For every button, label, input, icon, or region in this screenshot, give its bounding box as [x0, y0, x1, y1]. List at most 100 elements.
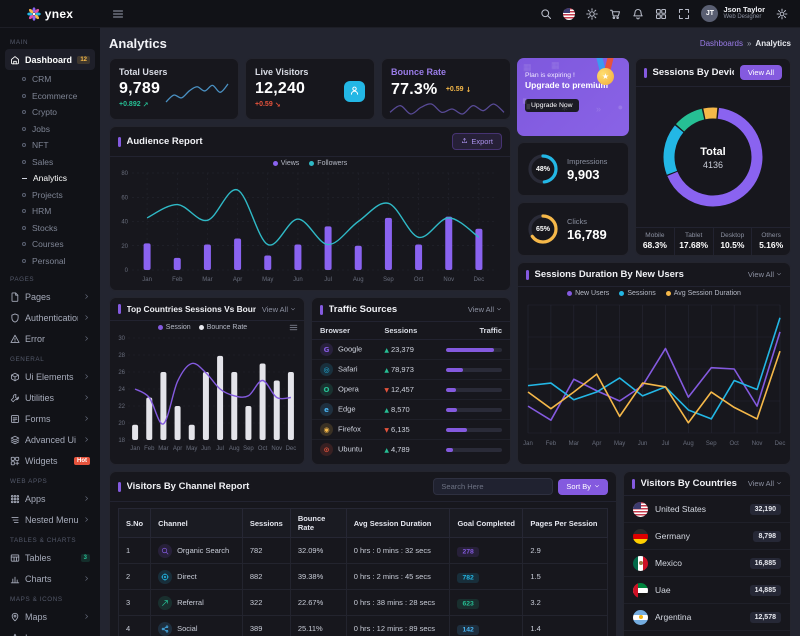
- widgets-icon: [10, 456, 20, 466]
- svg-text:Mar: Mar: [202, 277, 212, 283]
- breadcrumb-parent[interactable]: Dashboards: [700, 39, 743, 48]
- sidebar-item-crypto[interactable]: Crypto: [0, 104, 100, 121]
- sidebar-item-crm[interactable]: CRM: [0, 71, 100, 88]
- legend-item-session[interactable]: Session: [158, 324, 191, 331]
- goal-badge: 278: [457, 547, 478, 557]
- sidebar-item-projects[interactable]: Projects: [0, 187, 100, 204]
- legend-item-followers[interactable]: Followers: [309, 160, 347, 167]
- visitors-by-channel-panel: Visitors By Channel Report Sort By S.NoC…: [109, 471, 617, 636]
- sidebar-item-advanced-ui[interactable]: Advanced Ui: [5, 429, 95, 450]
- channel-header: Bounce Rate: [290, 509, 346, 538]
- chevron-right-icon: [83, 436, 90, 443]
- svg-text:Aug: Aug: [353, 277, 364, 283]
- svg-text:Oct: Oct: [730, 441, 740, 447]
- svg-text:Nov: Nov: [752, 441, 763, 447]
- svg-text:Jul: Jul: [324, 277, 332, 283]
- sidebar-item-stocks[interactable]: Stocks: [0, 220, 100, 237]
- top-countries-view-all[interactable]: View All: [262, 305, 296, 314]
- user-menu[interactable]: JT Json Taylor Web Designer: [701, 5, 765, 22]
- live-visitors-button[interactable]: [344, 81, 365, 102]
- search-input[interactable]: [433, 478, 553, 495]
- sidebar-item-personal[interactable]: Personal: [0, 253, 100, 270]
- sidebar-item-utilities[interactable]: Utilities: [5, 387, 95, 408]
- legend-item-bounce-rate[interactable]: Bounce Rate: [199, 324, 247, 331]
- theme-toggle-icon[interactable]: [586, 8, 598, 20]
- arrow-down-icon: ▼: [384, 387, 389, 394]
- sidebar-item-sales[interactable]: Sales: [0, 154, 100, 171]
- country-row-germany: Germany8,798: [624, 523, 790, 550]
- sidebar-item-charts[interactable]: Charts: [5, 568, 95, 589]
- svg-text:Total: Total: [700, 146, 725, 158]
- app-root: ynex JT Json Taylor Web Designer MAINDas…: [0, 0, 800, 636]
- legend-item-avg-session-duration[interactable]: Avg Session Duration: [666, 290, 741, 297]
- cart-icon[interactable]: [609, 8, 621, 20]
- language-flag[interactable]: [563, 8, 575, 20]
- traffic-row-safari: ◎Safari▲78,973: [312, 360, 510, 380]
- sidebar-item-error[interactable]: Error: [5, 328, 95, 349]
- bounce-rate-value: 77.3%: [391, 81, 437, 98]
- notifications-icon[interactable]: [632, 8, 644, 20]
- duration-view-all[interactable]: View All: [748, 270, 782, 279]
- fullscreen-icon[interactable]: [678, 8, 690, 20]
- chevron-right-icon: [83, 314, 90, 321]
- sessions-by-device-panel: Sessions By Device View All Total4136 Mo…: [635, 58, 791, 256]
- search-icon[interactable]: [540, 8, 552, 20]
- traffic-view-all[interactable]: View All: [468, 305, 502, 314]
- audience-report-panel: Audience Report Export ViewsFollowers 02…: [109, 126, 511, 291]
- svg-text:Dec: Dec: [286, 446, 297, 452]
- sidebar-item-jobs[interactable]: Jobs: [0, 121, 100, 138]
- sidebar-item-tables[interactable]: Tables3: [5, 547, 95, 568]
- device-view-all-button[interactable]: View All: [740, 65, 782, 80]
- sidebar-item-dashboards[interactable]: Dashboards12: [5, 49, 95, 70]
- sidebar-item-authentication[interactable]: Authentication: [5, 307, 95, 328]
- sidebar-item-pages[interactable]: Pages: [5, 286, 95, 307]
- sidebar-section-label: WEB APPS: [10, 478, 90, 485]
- legend-item-sessions[interactable]: Sessions: [619, 290, 655, 297]
- ar-flag-icon: [633, 610, 648, 625]
- sidebar-item-ui-elements[interactable]: Ui Elements: [5, 366, 95, 387]
- device-stat-others: Others5.16%: [751, 228, 790, 255]
- chevron-down-icon: [594, 482, 600, 491]
- sidebar-item-maps[interactable]: Maps: [5, 606, 95, 627]
- legend-item-new-users[interactable]: New Users: [567, 290, 609, 297]
- bounce-rate-sparkline: [388, 101, 506, 117]
- country-visitors-badge: 32,190: [750, 504, 781, 515]
- sidebar-item-courses[interactable]: Courses: [0, 236, 100, 253]
- svg-text:Jan: Jan: [142, 277, 152, 283]
- country-visitors-badge: 14,885: [750, 585, 781, 596]
- chevron-down-icon: [496, 305, 502, 314]
- svg-text:40: 40: [121, 220, 128, 226]
- sidebar-item-forms[interactable]: Forms: [5, 408, 95, 429]
- upgrade-now-button[interactable]: Upgrade Now: [525, 99, 579, 112]
- settings-gear-icon[interactable]: [776, 8, 788, 20]
- countries-view-all[interactable]: View All: [748, 479, 782, 488]
- apps-grid-icon[interactable]: [655, 8, 667, 20]
- chart-menu-icon[interactable]: [289, 323, 298, 332]
- sidebar-item-analytics[interactable]: Analytics: [0, 170, 100, 187]
- sidebar-item-icons[interactable]: Icons: [5, 627, 95, 636]
- sidebar-item-widgets[interactable]: WidgetsHot: [5, 450, 95, 471]
- sort-by-button[interactable]: Sort By: [558, 479, 608, 495]
- mx-flag-icon: [633, 556, 648, 571]
- export-button[interactable]: Export: [452, 133, 502, 150]
- arrow-up-icon: ▲: [384, 367, 389, 374]
- sidebar-badge: Hot: [74, 457, 90, 465]
- traffic-header: Traffic: [430, 322, 510, 340]
- legend-item-views[interactable]: Views: [273, 160, 300, 167]
- user-role: Web Designer: [723, 14, 765, 21]
- logo[interactable]: ynex: [0, 7, 100, 21]
- country-visitors-badge: 16,885: [750, 558, 781, 569]
- svg-text:Dec: Dec: [775, 441, 786, 447]
- sidebar-toggle-icon[interactable]: [112, 8, 124, 20]
- traffic-bar: [446, 408, 502, 412]
- sidebar-item-nested-menu[interactable]: Nested Menu: [5, 509, 95, 530]
- sidebar-item-ecommerce[interactable]: Ecommerce: [0, 88, 100, 105]
- sidebar-item-hrm[interactable]: HRM: [0, 203, 100, 220]
- traffic-bar: [446, 448, 502, 452]
- sidebar-item-apps[interactable]: Apps: [5, 488, 95, 509]
- sidebar-section-label: TABLES & CHARTS: [10, 537, 90, 544]
- svg-text:May: May: [614, 441, 625, 447]
- svg-text:Dec: Dec: [474, 277, 485, 283]
- sidebar-item-nft[interactable]: NFT: [0, 137, 100, 154]
- channel-header: Avg Session Duration: [346, 509, 450, 538]
